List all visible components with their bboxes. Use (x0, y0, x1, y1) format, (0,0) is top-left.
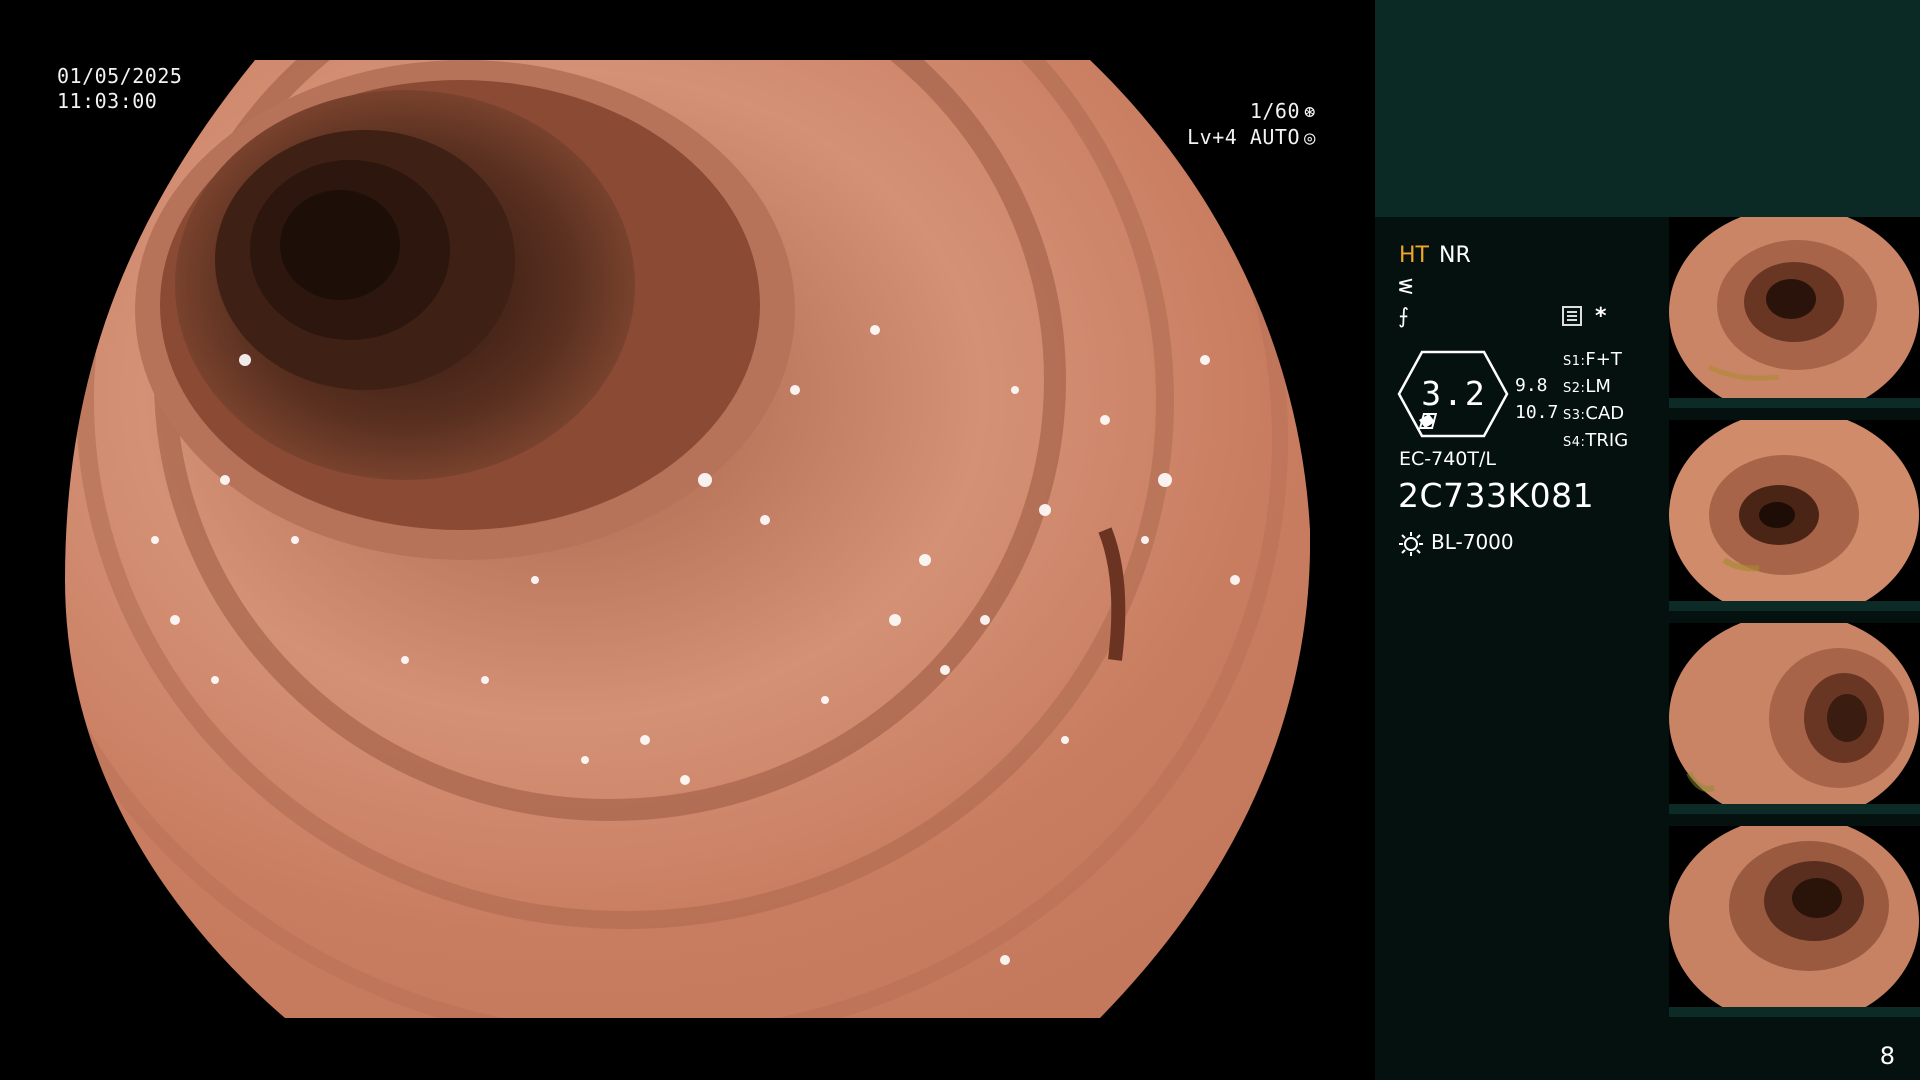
scale-values: 9.8 10.7 (1515, 372, 1558, 426)
switch-row: S4:TRIG (1563, 430, 1629, 451)
thumbnail-3[interactable] (1669, 623, 1920, 814)
scope-switch-list: S1:F+T S2:LM S3:CAD S4:TRIG (1563, 347, 1628, 455)
scale-bottom: 10.7 (1515, 402, 1559, 423)
asterisk-indicator: * (1595, 304, 1607, 329)
side-header-area (1375, 0, 1920, 217)
thumbnail-footer (1669, 804, 1920, 814)
thumbnail-image (1669, 826, 1919, 1017)
thumbnail-image (1669, 217, 1919, 408)
mode-nr-label: NR (1438, 243, 1471, 268)
structure-enhancement-icon: ᓬ (1398, 275, 1414, 299)
mode-ht-label: HT (1399, 243, 1429, 268)
thumbnail-footer (1669, 1007, 1920, 1017)
switch-row: S3:CAD (1563, 403, 1625, 424)
thumbnail-4[interactable] (1669, 826, 1920, 1017)
main-endoscope-view: 01/05/2025 11:03:00 1/60 ⊛ Lv+4 AUTO ◎ (0, 0, 1375, 1080)
time-text: 11:03:00 (57, 89, 158, 113)
scope-serial: 2C733K081 (1398, 476, 1595, 515)
captured-thumbnails (1669, 217, 1920, 1019)
thumbnail-image (1669, 623, 1919, 814)
switch-row: S2:LM (1563, 376, 1611, 397)
zoom-value: 3.2 (1421, 374, 1487, 413)
shutter-text: 1/60 (1249, 99, 1300, 123)
light-source-row: BL-7000 (1398, 530, 1514, 557)
light-source-text: BL-7000 (1431, 530, 1514, 554)
scale-top: 9.8 (1515, 375, 1548, 396)
side-panel: HT NR ᓬ ⨍ * 3.2 9.8 10.7 S1:F+T S2:LM S3:… (1375, 0, 1920, 1080)
iris-row: Lv+4 AUTO ◎ (1187, 125, 1320, 151)
aperture-icon: ⊛ (1304, 101, 1316, 123)
endoscope-image (65, 60, 1310, 1018)
date-text: 01/05/2025 (57, 64, 183, 88)
enhancement-modes: HT NR (1399, 243, 1471, 268)
iris-level-text: Lv+4 AUTO (1187, 125, 1300, 149)
thumbnail-footer (1669, 398, 1920, 408)
thumbnail-2[interactable] (1669, 420, 1920, 611)
page-number: 8 (1879, 1042, 1895, 1070)
iris-icon: ◎ (1304, 127, 1316, 149)
thumbnail-footer (1669, 601, 1920, 611)
colon-lumen-image (65, 60, 1310, 1018)
menu-icon (1562, 306, 1582, 326)
thumbnail-image (1669, 420, 1919, 611)
scope-info-panel: HT NR ᓬ ⨍ * 3.2 9.8 10.7 S1:F+T S2:LM S3:… (1397, 240, 1668, 570)
switch-row: S1:F+T (1563, 349, 1622, 370)
date-time-display: 01/05/2025 11:03:00 (57, 64, 182, 114)
sun-icon (1398, 531, 1424, 557)
exposure-display: 1/60 ⊛ Lv+4 AUTO ◎ (1187, 99, 1320, 151)
shutter-row: 1/60 ⊛ (1187, 99, 1320, 125)
thumbnail-1[interactable] (1669, 217, 1920, 408)
scope-model: EC-740T/L (1399, 448, 1496, 470)
color-enhancement-icon: ⨍ (1398, 304, 1409, 328)
